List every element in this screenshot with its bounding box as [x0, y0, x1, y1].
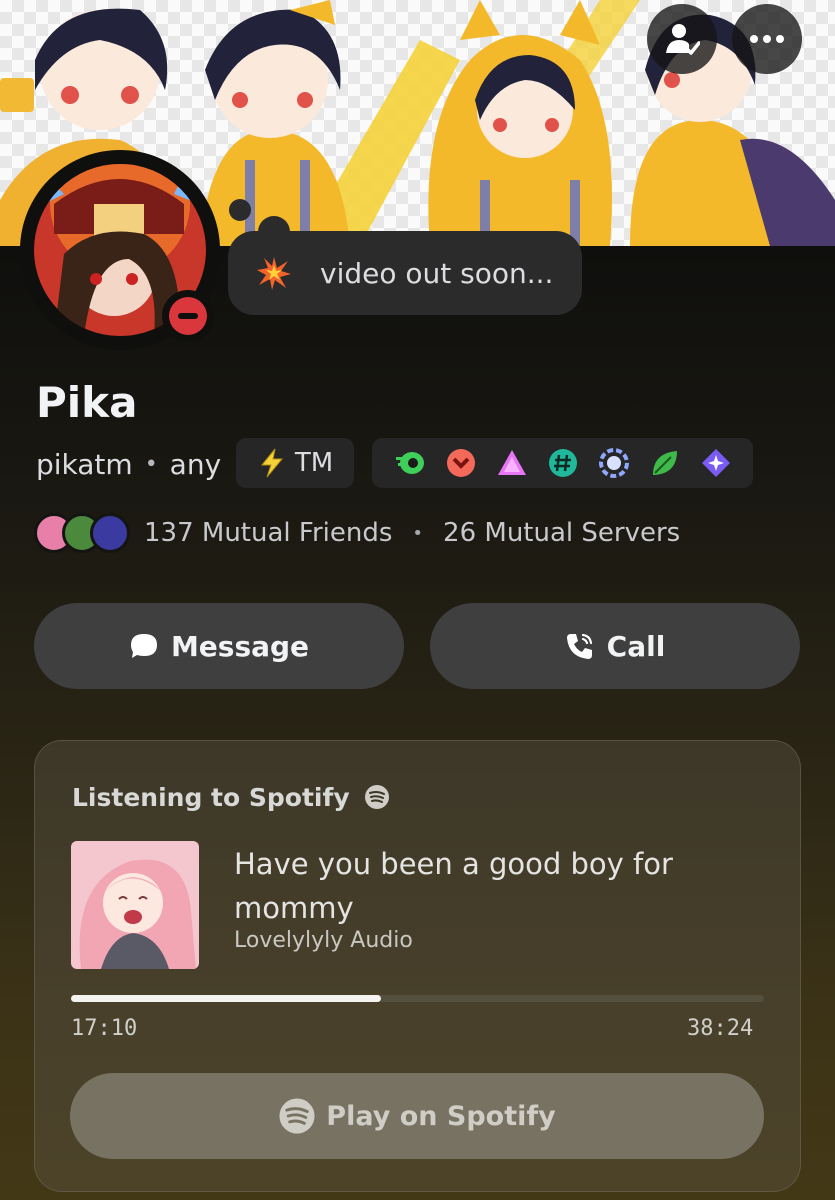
custom-status-text: video out soon...: [320, 256, 554, 290]
activity-header: Listening to Spotify: [72, 778, 390, 816]
server-tag[interactable]: TM: [236, 438, 354, 488]
custom-status[interactable]: video out soon...: [228, 231, 582, 315]
collision-emoji: [257, 257, 291, 290]
hashtag-badge[interactable]: [547, 447, 579, 479]
phone-icon: [566, 633, 592, 659]
activity-header-text: Listening to Spotify: [72, 782, 350, 812]
message-button[interactable]: Message: [34, 603, 404, 689]
mutual-friend-avatar: [90, 513, 130, 553]
friends-check-button[interactable]: [647, 4, 717, 74]
track-title[interactable]: Have you been a good boy for mommy: [234, 842, 694, 930]
nitro-badge[interactable]: [394, 447, 426, 479]
more-options-icon: [750, 35, 784, 43]
play-on-spotify-button[interactable]: Play on Spotify: [70, 1073, 764, 1159]
status-indicator: [162, 290, 214, 342]
boost-badge[interactable]: [445, 447, 477, 479]
display-name: Pika: [36, 378, 138, 427]
chat-bubble-icon: [130, 634, 157, 658]
spotify-icon: [364, 785, 389, 809]
lightning-icon: [260, 448, 283, 478]
album-art[interactable]: [71, 841, 199, 969]
play-on-spotify-label: Play on Spotify: [326, 1100, 556, 1132]
mutuals-row[interactable]: 137 Mutual Friends • 26 Mutual Servers: [34, 512, 680, 554]
track-progress-fill: [71, 995, 381, 1002]
call-button[interactable]: Call: [430, 603, 800, 689]
more-options-button[interactable]: [732, 4, 802, 74]
call-button-label: Call: [606, 629, 666, 663]
server-tag-text: TM: [294, 448, 334, 478]
spotify-icon: [279, 1098, 315, 1134]
leaf-badge[interactable]: [649, 447, 681, 479]
username: pikatm: [36, 447, 133, 481]
quest-badge[interactable]: [700, 447, 732, 479]
total-duration: 38:24: [687, 1016, 754, 1041]
mutual-friends-count[interactable]: 137 Mutual Friends: [144, 518, 392, 548]
album-art-image: [71, 841, 199, 969]
message-button-label: Message: [170, 629, 310, 663]
elapsed-time: 17:10: [71, 1016, 138, 1041]
hypesquad-badge[interactable]: [496, 447, 528, 479]
laurel-badge[interactable]: [598, 447, 630, 479]
pronouns: any: [169, 447, 222, 481]
badge-list: [372, 438, 753, 488]
track-progress-bar: [71, 995, 764, 1002]
mutual-servers-count[interactable]: 26 Mutual Servers: [443, 518, 680, 548]
dnd-status-icon: [169, 297, 207, 335]
separator-dot: •: [144, 451, 158, 477]
separator-dot: •: [412, 522, 424, 544]
friends-check-icon: [666, 24, 700, 55]
username-row: pikatm • any: [36, 440, 221, 488]
thought-bubble-dot: [229, 199, 251, 221]
track-artist[interactable]: Lovelylyly Audio: [234, 928, 413, 953]
